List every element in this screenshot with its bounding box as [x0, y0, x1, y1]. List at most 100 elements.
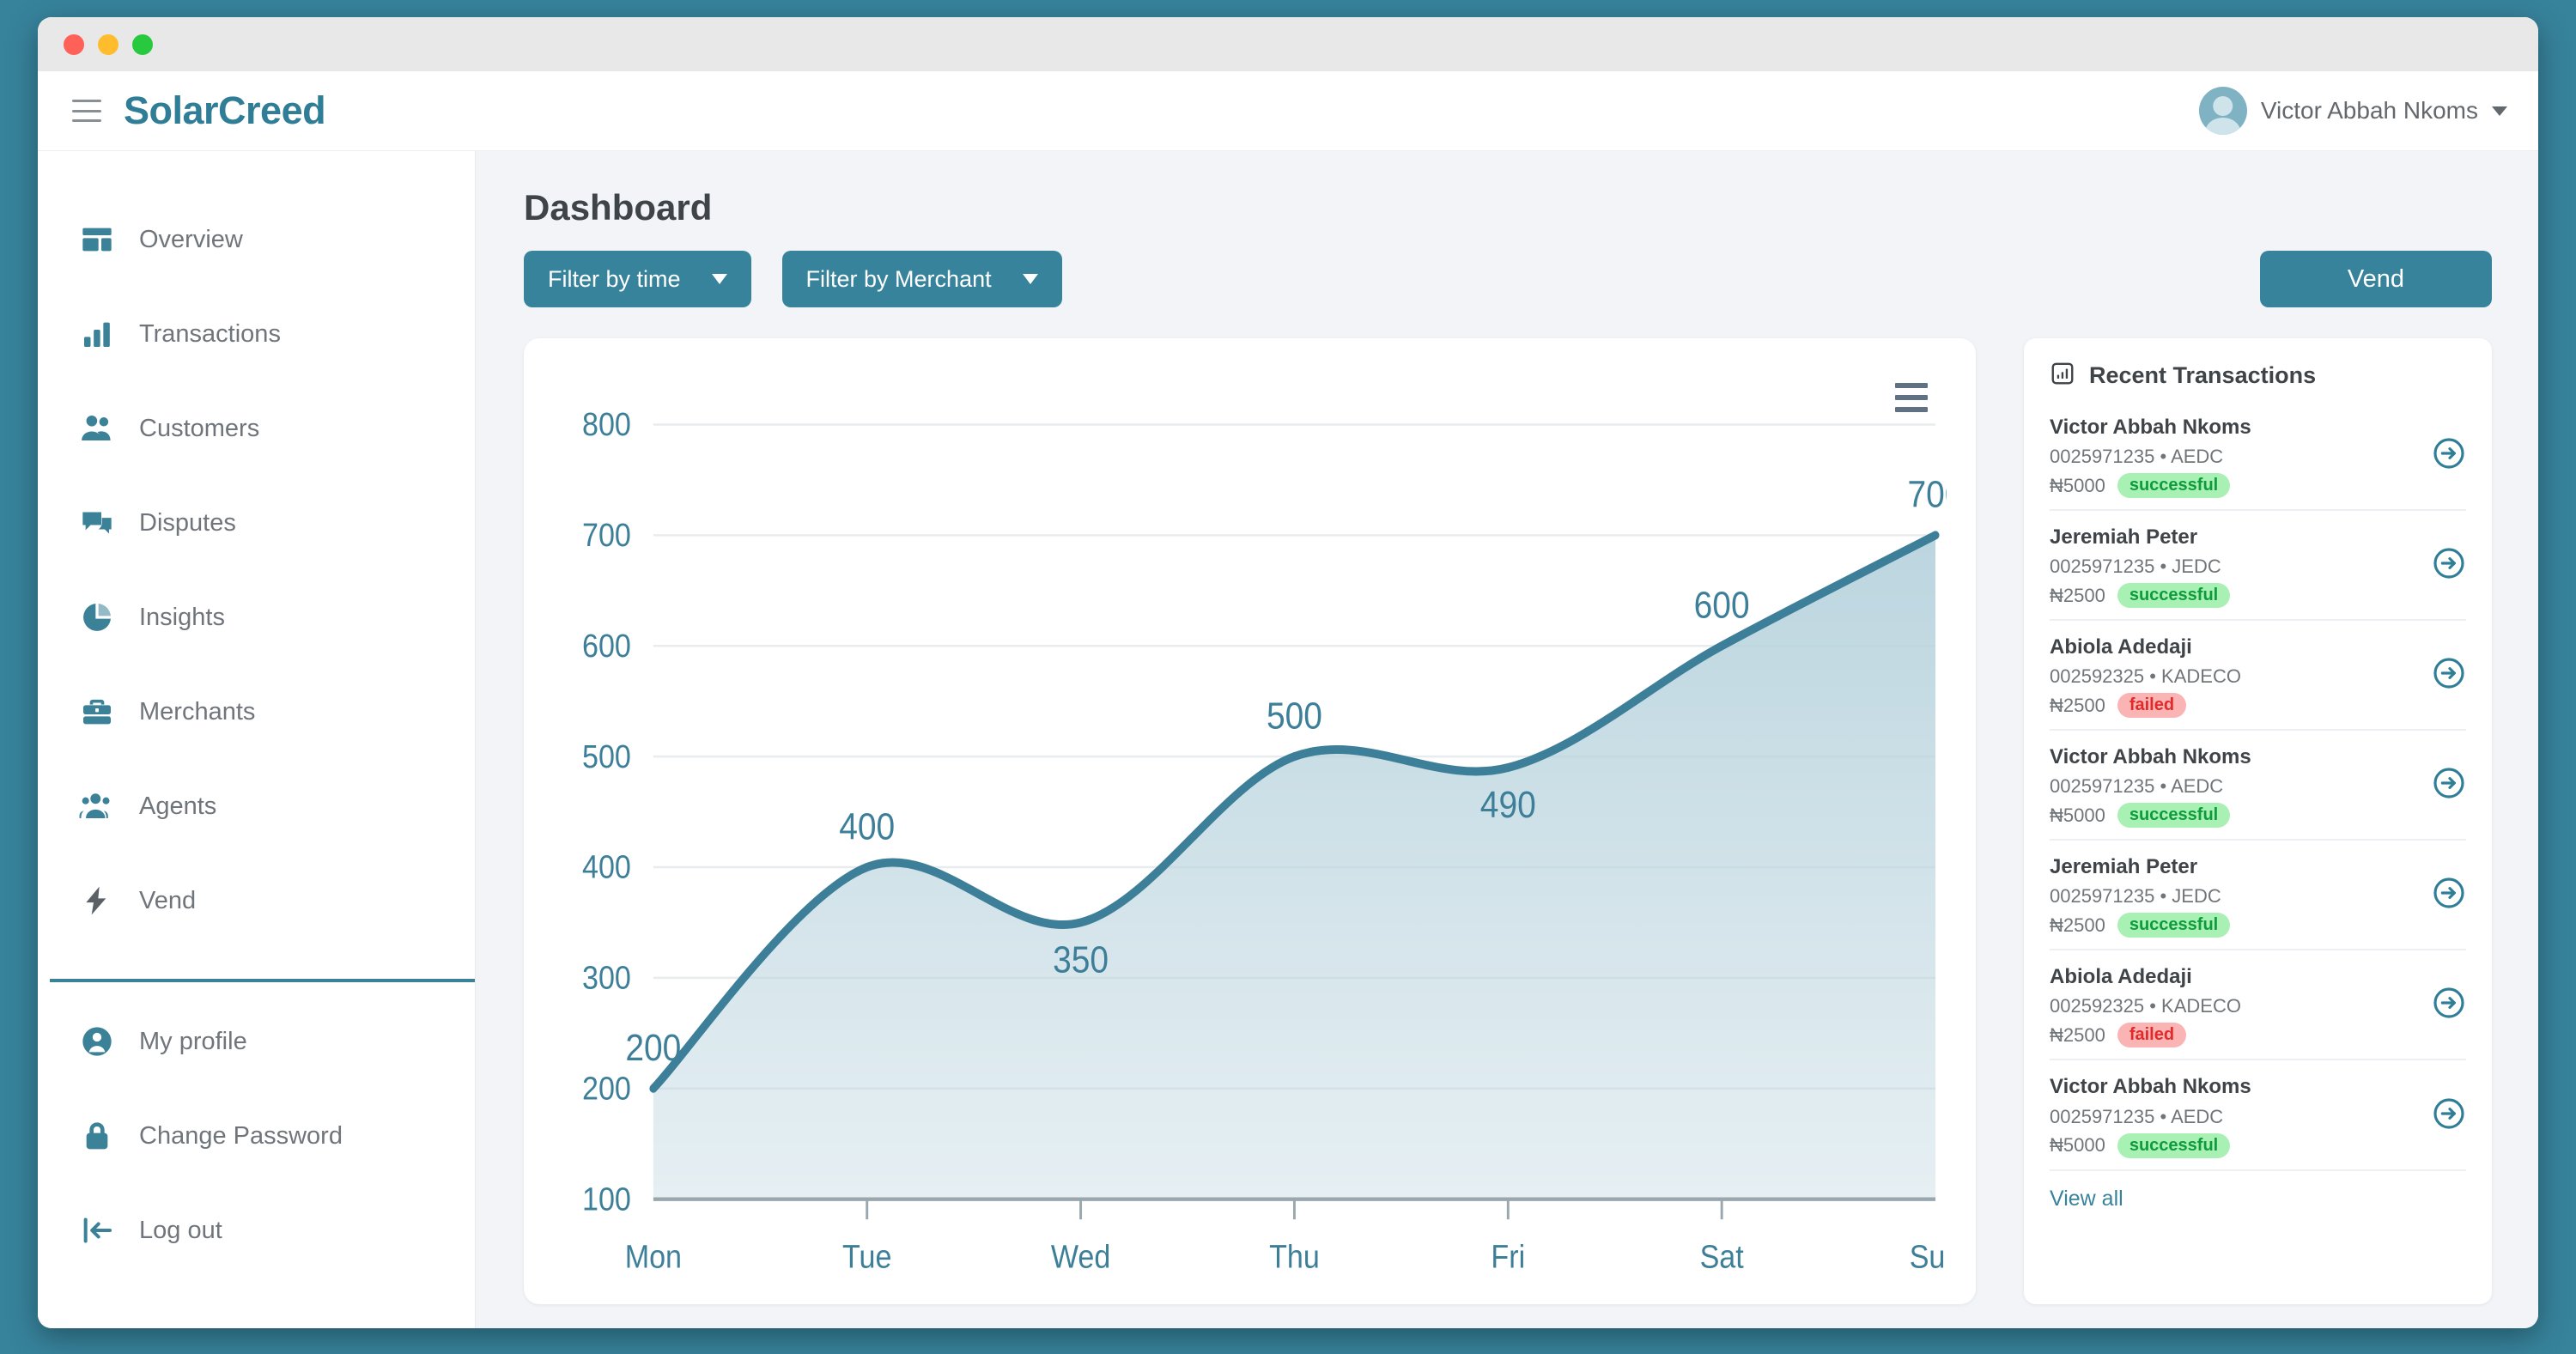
- transaction-amount: ₦5000: [2050, 804, 2105, 826]
- sidebar-item-label: Insights: [139, 603, 225, 631]
- arrow-right-circle-icon[interactable]: [2432, 986, 2466, 1024]
- desktop-background: SolarCreed Victor Abbah Nkoms Overview T…: [0, 0, 2576, 1354]
- transaction-info: Jeremiah Peter 0025971235 • JEDC ₦2500 succ…: [2050, 853, 2231, 938]
- svg-text:700: 700: [1908, 474, 1947, 515]
- toolbar: Filter by time Filter by Merchant Vend: [524, 251, 2492, 307]
- recent-transactions-list: Victor Abbah Nkoms 0025971235 • AEDC ₦5000…: [2050, 401, 2466, 1171]
- transaction-customer-name: Victor Abbah Nkoms: [2050, 745, 2251, 769]
- vend-button[interactable]: Vend: [2260, 251, 2492, 307]
- logout-icon: [79, 1212, 115, 1248]
- arrow-right-circle-icon[interactable]: [2432, 1096, 2466, 1135]
- sidebar-item-change-password[interactable]: Change Password: [38, 1089, 475, 1183]
- svg-text:Tue: Tue: [842, 1238, 891, 1275]
- area-chart: 100 200 300 400 500 600 700 800 Mon Tue Wed Thu Fri S…: [553, 362, 1947, 1296]
- transaction-row[interactable]: Abiola Adedaji 002592325 • KADECO ₦2500 fai…: [2050, 621, 2466, 732]
- transaction-info: Jeremiah Peter 0025971235 • JEDC ₦2500 succ…: [2050, 523, 2231, 609]
- svg-text:400: 400: [839, 805, 895, 847]
- svg-text:300: 300: [582, 959, 631, 996]
- bar-chart-icon: [79, 316, 115, 352]
- sidebar-item-vend[interactable]: Vend: [38, 853, 475, 948]
- avatar: [2198, 87, 2247, 135]
- chevron-down-icon: [1022, 274, 1038, 284]
- status-badge: failed: [2117, 693, 2187, 719]
- user-name-label: Victor Abbah Nkoms: [2260, 97, 2478, 124]
- filter-by-time-label: Filter by time: [548, 265, 681, 292]
- chart-card: 100 200 300 400 500 600 700 800 Mon Tue Wed Thu Fri S…: [524, 338, 1976, 1304]
- status-badge: successful: [2117, 1132, 2231, 1158]
- arrow-right-circle-icon[interactable]: [2432, 766, 2466, 805]
- svg-text:600: 600: [582, 627, 631, 664]
- status-badge: successful: [2117, 473, 2231, 499]
- chart-menu-icon[interactable]: [1895, 383, 1928, 412]
- transaction-amount-line: ₦2500 failed: [2050, 693, 2241, 719]
- svg-text:Sat: Sat: [1700, 1238, 1744, 1275]
- svg-text:500: 500: [1267, 695, 1322, 737]
- arrow-right-circle-icon[interactable]: [2432, 436, 2466, 475]
- sidebar-item-label: Customers: [139, 414, 260, 442]
- app-window: SolarCreed Victor Abbah Nkoms Overview T…: [38, 17, 2538, 1328]
- recent-transactions-header: Recent Transactions: [2050, 361, 2466, 391]
- transaction-row[interactable]: Victor Abbah Nkoms 0025971235 • AEDC ₦5000…: [2050, 1060, 2466, 1171]
- minimize-window-button[interactable]: [98, 33, 118, 55]
- svg-text:500: 500: [582, 738, 631, 774]
- status-badge: failed: [2117, 1023, 2187, 1048]
- user-circle-icon: [79, 1023, 115, 1060]
- arrow-right-circle-icon[interactable]: [2432, 656, 2466, 695]
- sidebar-item-agents[interactable]: Agents: [38, 759, 475, 853]
- sidebar-item-customers[interactable]: Customers: [38, 381, 475, 476]
- svg-text:490: 490: [1480, 784, 1536, 825]
- main-content: Dashboard Filter by time Filter by Merch…: [476, 151, 2538, 1328]
- transaction-row[interactable]: Abiola Adedaji 002592325 • KADECO ₦2500 fai…: [2050, 950, 2466, 1061]
- transaction-row[interactable]: Jeremiah Peter 0025971235 • JEDC ₦2500 succ…: [2050, 841, 2466, 951]
- sidebar-item-transactions[interactable]: Transactions: [38, 287, 475, 381]
- svg-text:100: 100: [582, 1181, 631, 1217]
- sidebar-item-label: Agents: [139, 792, 217, 820]
- status-badge: successful: [2117, 913, 2231, 938]
- svg-text:Mon: Mon: [625, 1238, 682, 1275]
- svg-text:Wed: Wed: [1051, 1238, 1110, 1275]
- close-window-button[interactable]: [64, 33, 84, 55]
- transaction-row[interactable]: Victor Abbah Nkoms 0025971235 • AEDC ₦5000…: [2050, 401, 2466, 512]
- sidebar-item-merchants[interactable]: Merchants: [38, 665, 475, 759]
- sidebar-item-log-out[interactable]: Log out: [38, 1183, 475, 1278]
- transaction-amount: ₦2500: [2050, 914, 2105, 936]
- filter-by-time-dropdown[interactable]: Filter by time: [524, 251, 751, 307]
- transaction-amount: ₦5000: [2050, 474, 2105, 496]
- transaction-info: Victor Abbah Nkoms 0025971235 • AEDC ₦5000…: [2050, 743, 2251, 829]
- arrow-right-circle-icon[interactable]: [2432, 876, 2466, 914]
- filter-by-merchant-dropdown[interactable]: Filter by Merchant: [781, 251, 1062, 307]
- briefcase-icon: [79, 694, 115, 730]
- dashboard-icon: [79, 222, 115, 258]
- user-menu[interactable]: Victor Abbah Nkoms: [2198, 87, 2507, 135]
- pie-chart-icon: [79, 599, 115, 635]
- window-titlebar: [38, 17, 2538, 71]
- transaction-row[interactable]: Victor Abbah Nkoms 0025971235 • AEDC ₦5000…: [2050, 731, 2466, 841]
- transaction-customer-name: Victor Abbah Nkoms: [2050, 416, 2251, 439]
- transaction-amount: ₦2500: [2050, 694, 2105, 716]
- sidebar-item-my-profile[interactable]: My profile: [38, 994, 475, 1089]
- svg-text:600: 600: [1694, 585, 1750, 626]
- transaction-customer-name: Abiola Adedaji: [2050, 965, 2192, 989]
- transaction-row[interactable]: Jeremiah Peter 0025971235 • JEDC ₦2500 succ…: [2050, 511, 2466, 622]
- sidebar-item-disputes[interactable]: Disputes: [38, 476, 475, 570]
- maximize-window-button[interactable]: [132, 33, 153, 55]
- transaction-amount: ₦2500: [2050, 1023, 2105, 1046]
- arrow-right-circle-icon[interactable]: [2432, 546, 2466, 585]
- svg-text:Fri: Fri: [1491, 1238, 1525, 1275]
- chat-icon: [79, 505, 115, 541]
- brand-logo: SolarCreed: [124, 88, 326, 132]
- transaction-amount-line: ₦5000 successful: [2050, 803, 2251, 829]
- transaction-amount-line: ₦5000 successful: [2050, 473, 2251, 499]
- sidebar-item-overview[interactable]: Overview: [38, 192, 475, 287]
- hamburger-icon[interactable]: [72, 100, 101, 122]
- transaction-info: Victor Abbah Nkoms 0025971235 • AEDC ₦5000…: [2050, 1072, 2251, 1158]
- transaction-amount-line: ₦2500 successful: [2050, 913, 2231, 938]
- status-badge: successful: [2117, 803, 2231, 829]
- sidebar-item-label: Merchants: [139, 697, 256, 726]
- transaction-meta: 002592325 • KADECO: [2050, 995, 2241, 1017]
- transaction-meta: 0025971235 • AEDC: [2050, 1105, 2224, 1127]
- sidebar-item-label: Transactions: [139, 319, 281, 348]
- sidebar-item-insights[interactable]: Insights: [38, 570, 475, 665]
- view-all-link[interactable]: View all: [2050, 1171, 2466, 1229]
- users-icon: [79, 410, 115, 446]
